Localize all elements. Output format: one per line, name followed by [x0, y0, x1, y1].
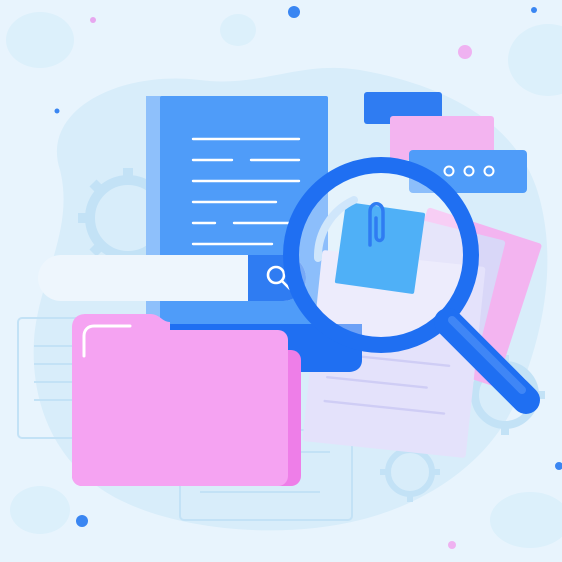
dot	[288, 6, 300, 18]
dot	[90, 17, 96, 23]
dot	[76, 515, 88, 527]
background-blob	[220, 14, 256, 46]
background-blob	[6, 12, 74, 68]
dot	[448, 541, 456, 549]
dot	[531, 7, 537, 13]
dot	[555, 462, 562, 470]
search-files-illustration	[0, 0, 562, 562]
background-blob	[508, 24, 562, 96]
dot	[54, 108, 60, 114]
background-blob	[490, 492, 562, 548]
sticky-note	[334, 202, 426, 294]
background-blob	[10, 486, 70, 534]
search-bar	[38, 255, 306, 301]
dot	[458, 45, 472, 59]
pink-folder	[72, 314, 301, 486]
illustration-canvas	[6, 6, 562, 549]
